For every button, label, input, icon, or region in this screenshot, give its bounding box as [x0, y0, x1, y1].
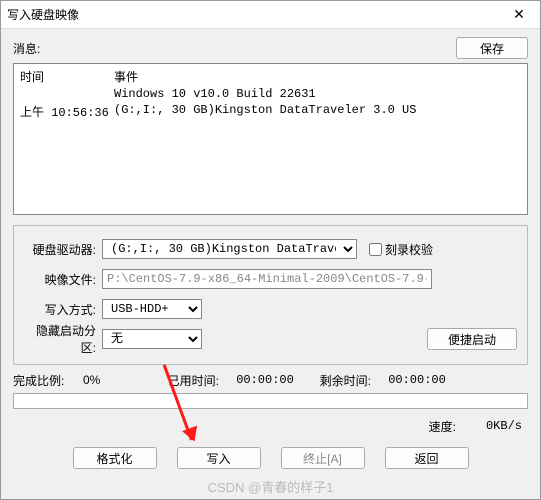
- log-cell-time: 上午 10:56:36: [20, 103, 114, 120]
- close-icon[interactable]: ✕: [504, 4, 534, 26]
- elapsed-value: 00:00:00: [225, 373, 305, 387]
- log-header: 时间 事件: [20, 68, 521, 85]
- verify-checkbox-input[interactable]: [369, 243, 382, 256]
- dialog-window: 写入硬盘映像 ✕ 消息: 保存 时间 事件 Windows 10 v10.0 B…: [0, 0, 541, 500]
- window-title: 写入硬盘映像: [7, 6, 504, 23]
- remain-value: 00:00:00: [377, 373, 457, 387]
- drive-label: 硬盘驱动器:: [24, 241, 102, 258]
- log-cell-time: [20, 87, 114, 101]
- button-row: 格式化 写入 终止[A] 返回: [13, 447, 528, 469]
- log-row: 上午 10:56:36 (G:,I:, 30 GB)Kingston DataT…: [20, 103, 521, 120]
- log-header-time: 时间: [20, 68, 114, 85]
- method-select[interactable]: USB-HDD+: [102, 299, 202, 319]
- status-row-1: 完成比例: 0% 已用时间: 00:00:00 剩余时间: 00:00:00: [13, 369, 528, 391]
- back-button[interactable]: 返回: [385, 447, 469, 469]
- progress-bar: [13, 393, 528, 409]
- elapsed-label: 已用时间:: [159, 372, 219, 389]
- abort-button[interactable]: 终止[A]: [281, 447, 365, 469]
- image-field[interactable]: [102, 269, 432, 289]
- log-row: Windows 10 v10.0 Build 22631: [20, 87, 521, 101]
- messages-label: 消息:: [13, 40, 456, 57]
- messages-row: 消息: 保存: [13, 37, 528, 59]
- remain-label: 剩余时间:: [311, 372, 371, 389]
- percent-label: 完成比例:: [13, 372, 77, 389]
- hidden-select[interactable]: 无: [102, 329, 202, 349]
- dialog-body: 消息: 保存 时间 事件 Windows 10 v10.0 Build 2263…: [1, 29, 540, 499]
- verify-label: 刻录校验: [385, 241, 433, 258]
- convenient-boot-button[interactable]: 便捷启动: [427, 328, 517, 350]
- hidden-label: 隐藏启动分区:: [24, 322, 102, 356]
- drive-select[interactable]: (G:,I:, 30 GB)Kingston DataTraveler 3.0 …: [102, 239, 357, 259]
- image-label: 映像文件:: [24, 271, 102, 288]
- log-cell-event: Windows 10 v10.0 Build 22631: [114, 87, 521, 101]
- speed-label: 速度:: [429, 418, 456, 435]
- save-button[interactable]: 保存: [456, 37, 528, 59]
- status-row-2: 速度: 0KB/s: [13, 415, 528, 437]
- speed-value: 0KB/s: [462, 419, 522, 433]
- write-button[interactable]: 写入: [177, 447, 261, 469]
- method-label: 写入方式:: [24, 301, 102, 318]
- settings-group: 硬盘驱动器: (G:,I:, 30 GB)Kingston DataTravel…: [13, 225, 528, 365]
- log-panel: 时间 事件 Windows 10 v10.0 Build 22631 上午 10…: [13, 63, 528, 215]
- format-button[interactable]: 格式化: [73, 447, 157, 469]
- log-header-event: 事件: [114, 68, 521, 85]
- verify-checkbox[interactable]: 刻录校验: [365, 240, 433, 259]
- log-cell-event: (G:,I:, 30 GB)Kingston DataTraveler 3.0 …: [114, 103, 521, 120]
- percent-value: 0%: [83, 373, 153, 387]
- titlebar: 写入硬盘映像 ✕: [1, 1, 540, 29]
